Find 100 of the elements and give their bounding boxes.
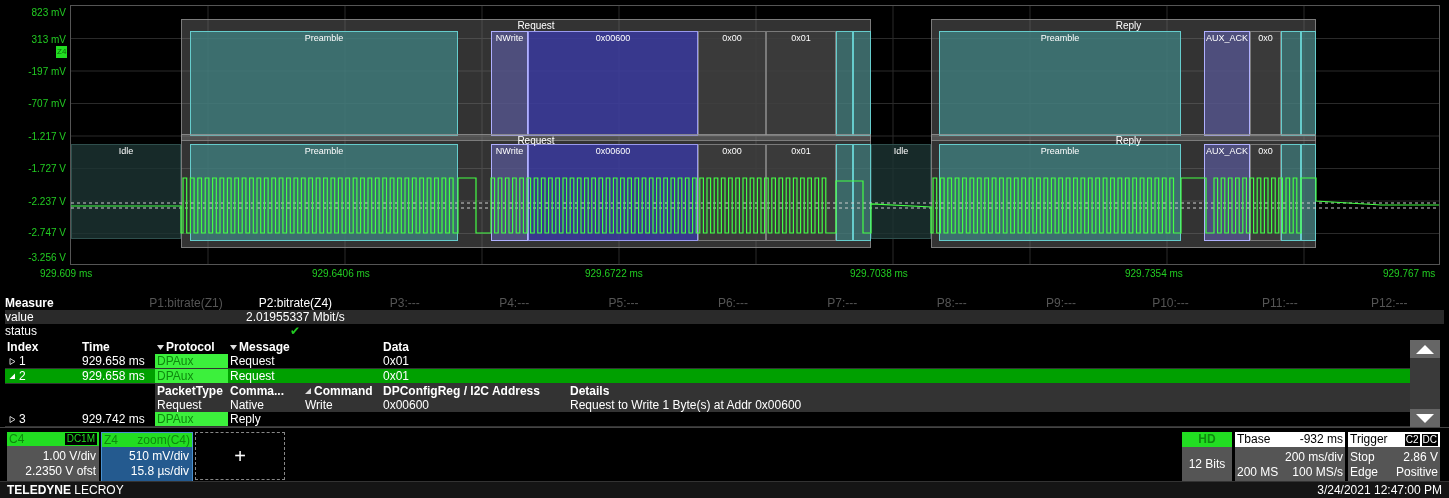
decode-field: Preamble xyxy=(939,31,1181,136)
decode-field: 0x0 xyxy=(1250,31,1281,136)
column-header[interactable]: Command xyxy=(303,384,381,398)
channel-descriptor[interactable]: Z4 zoom(C4) 510 mV/div 15.8 µs/div xyxy=(101,432,193,482)
trigger-type: Edge xyxy=(1350,465,1379,480)
axis-label: -707 mV xyxy=(27,98,66,110)
header-label: Time xyxy=(82,340,110,354)
decode-field: 0x01 xyxy=(766,31,836,136)
time-per-div: 200 ms/div xyxy=(1284,450,1343,465)
header-label: DPConfigReg / I2C Address xyxy=(383,384,540,398)
axis-label: 929.6722 ms xyxy=(585,268,643,280)
table-cell: DPAux xyxy=(155,354,228,368)
scrollbar[interactable] xyxy=(1410,340,1440,427)
scroll-down-button[interactable] xyxy=(1410,409,1440,427)
header-label: Index xyxy=(7,340,39,354)
axis-label: 929.767 ms xyxy=(1383,268,1436,280)
date-time: 3/24/2021 12:47:00 PM xyxy=(1317,483,1442,497)
trigger-slope: Positive xyxy=(1395,465,1438,480)
coupling-badge: DC xyxy=(1421,433,1438,446)
table-row[interactable]: 3 929.742 ms DPAux Reply xyxy=(5,412,1410,427)
panel-title: Trigger xyxy=(1350,432,1388,447)
table-cell: 0x00600 xyxy=(381,398,568,412)
trigger-panel[interactable]: Trigger C2 DC Stop 2.86 V Edge Positive xyxy=(1348,432,1440,482)
acquisition-panel[interactable]: HD 12 Bits xyxy=(1182,432,1232,482)
row-label: status xyxy=(5,324,38,338)
coupling-badge: DC1M xyxy=(64,433,97,445)
header-label: Message xyxy=(239,340,290,354)
add-button[interactable]: + xyxy=(195,432,285,480)
hd-label: HD xyxy=(1182,432,1232,447)
header-label: Data xyxy=(383,340,409,354)
packet-label: Reply xyxy=(1115,135,1142,146)
status-check: ✔ xyxy=(289,324,302,338)
expanded-triangle-icon[interactable] xyxy=(9,372,16,380)
channel-name: Z4 xyxy=(104,433,118,447)
bit-depth: 12 Bits xyxy=(1182,447,1232,482)
collapsed-triangle-icon[interactable] xyxy=(9,415,16,423)
parameter-header[interactable]: P2:bitrate(Z4) xyxy=(240,296,351,310)
channel-name: C4 xyxy=(9,432,25,446)
source-badge: C2 xyxy=(1404,433,1420,446)
table-cell: DPAux xyxy=(155,412,228,426)
column-header[interactable]: Comma... xyxy=(228,384,303,398)
axis-label: -1.727 V xyxy=(27,163,66,175)
packet-label: Request xyxy=(517,20,555,31)
scale-value: 510 mV/div xyxy=(128,449,189,464)
table-cell: Write xyxy=(303,398,381,412)
decode-field: 0x00 xyxy=(698,31,766,136)
header-label: Protocol xyxy=(166,340,215,354)
axis-label: -3.256 V xyxy=(27,252,66,264)
table-cell-text: 0x01 xyxy=(382,369,411,383)
delay-value: -932 ms xyxy=(1299,432,1343,447)
table-cell-text: 929.742 ms xyxy=(81,412,146,426)
channel-descriptor[interactable]: C4 DC1M 1.00 V/div 2.2350 V ofst xyxy=(7,432,99,482)
table-cell: Request xyxy=(155,398,228,412)
timebase-panel[interactable]: Tbase -932 ms 200 ms/div 200 MS 100 MS/s xyxy=(1235,432,1345,482)
table-row[interactable]: 1 929.658 ms DPAux Request 0x01 xyxy=(5,354,1410,369)
axis-label: -1.217 V xyxy=(27,131,66,143)
table-cell: DPAux xyxy=(155,369,228,383)
table-cell: 3 xyxy=(19,412,26,426)
table-cell-text: 929.658 ms xyxy=(81,369,146,383)
measure-value: 2.01955337 Mbit/s xyxy=(245,310,346,324)
brand-logo-text: TELEDYNE LECROY xyxy=(7,483,124,497)
table-cell: 1 xyxy=(19,354,26,368)
sample-count: 200 MS xyxy=(1237,465,1279,480)
axis-label: 929.609 ms xyxy=(40,268,93,280)
row-label: value xyxy=(5,310,35,324)
header-label: Details xyxy=(570,384,610,398)
decode-field: 0x00600 xyxy=(528,31,698,136)
column-header[interactable]: DPConfigReg / I2C Address xyxy=(381,384,568,398)
axis-label: 929.6406 ms xyxy=(312,268,370,280)
decode-field: Preamble xyxy=(190,31,458,136)
axis-label: 929.7038 ms xyxy=(850,268,908,280)
down-arrow-icon xyxy=(1416,413,1434,423)
column-header[interactable]: Details xyxy=(568,384,1410,398)
sort-caret-icon xyxy=(305,387,312,395)
trigger-level: 2.86 V xyxy=(1403,450,1438,465)
scale-value: 2.2350 V ofst xyxy=(25,464,96,479)
sample-rate: 100 MS/s xyxy=(1292,465,1343,480)
scroll-up-button[interactable] xyxy=(1410,340,1440,358)
axis-label: 929.7354 ms xyxy=(1125,268,1183,280)
axis-label: -197 mV xyxy=(27,66,66,78)
decode-field: AUX_ACK xyxy=(1204,31,1250,136)
sort-caret-icon xyxy=(157,343,164,351)
trigger-mode: Stop xyxy=(1350,450,1375,465)
packet-label: Request xyxy=(517,135,555,146)
table-cell: Request to Write 1 Byte(s) at Addr 0x00600 xyxy=(568,398,1410,412)
axis-label: -2.237 V xyxy=(27,196,66,208)
table-cell-text: Request xyxy=(229,369,276,383)
zoom-source: zoom(C4) xyxy=(137,433,190,447)
sort-caret-icon xyxy=(230,343,237,351)
header-label: Command xyxy=(314,384,373,398)
axis-label: 313 mV xyxy=(30,34,66,46)
table-cell-text: 0x01 xyxy=(382,354,411,368)
table-cell-text: 929.658 ms xyxy=(81,354,146,368)
header-label: Comma... xyxy=(230,384,284,398)
trace-marker: Z4 xyxy=(56,46,68,58)
collapsed-triangle-icon[interactable] xyxy=(9,357,16,365)
axis-label: -2.747 V xyxy=(27,227,66,239)
table-header: Measure xyxy=(5,296,55,310)
idle-segment: Idle xyxy=(871,144,931,239)
scale-value: 15.8 µs/div xyxy=(130,464,189,479)
